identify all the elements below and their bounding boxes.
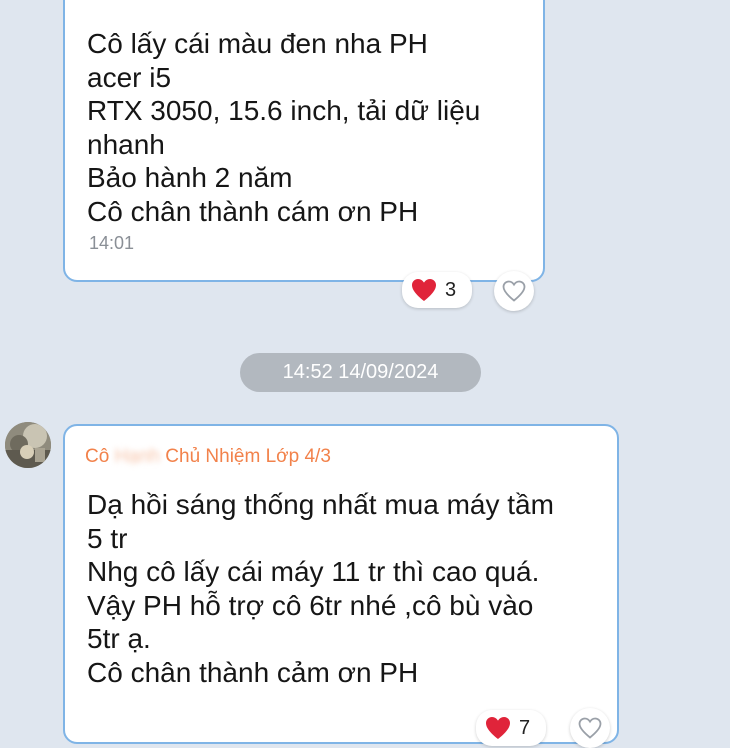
message-line: Cô chân thành cám ơn PH xyxy=(87,195,419,227)
message-line: nhanh xyxy=(87,128,165,160)
heart-outline-icon xyxy=(578,717,602,739)
reaction-count: 3 xyxy=(445,278,457,301)
sender-suffix: Chủ Nhiệm Lớp 4/3 xyxy=(165,446,331,467)
message-text: Dạ hồi sáng thống nhất mua máy tầm 5 tr … xyxy=(87,488,607,689)
sender-name-blurred: Hạnh xyxy=(114,446,160,467)
message-line: Cô chân thành cảm ơn PH xyxy=(87,656,419,688)
message-line: Dạ hồi sáng thống nhất mua máy tầm xyxy=(87,489,554,520)
avatar[interactable] xyxy=(5,422,51,468)
message-line: Nhg cô lấy cái máy 11 tr thì cao quá. xyxy=(87,556,540,587)
message-bubble[interactable]: Cô lấy cái màu đen nha PH acer i5 RTX 30… xyxy=(63,0,545,282)
reaction-count: 7 xyxy=(519,716,531,739)
heart-outline-icon xyxy=(502,280,526,302)
message-text: Cô lấy cái màu đen nha PH acer i5 RTX 30… xyxy=(87,27,537,228)
message-timestamp: 14:01 xyxy=(89,233,135,253)
react-button[interactable] xyxy=(570,708,610,748)
sender-prefix: Cô xyxy=(85,446,110,467)
message-line: 5tr ạ. xyxy=(87,623,151,654)
reaction-summary[interactable]: 3 xyxy=(402,272,472,308)
message-line: RTX 3050, 15.6 inch, tải dữ liệu xyxy=(87,95,481,126)
message-line: acer i5 xyxy=(87,61,172,93)
message-line: Cô lấy cái màu đen nha PH xyxy=(87,28,428,59)
avatar-image xyxy=(5,422,51,468)
message-bubble[interactable]: Cô Hạnh Chủ Nhiệm Lớp 4/3 Dạ hồi sáng th… xyxy=(63,424,619,744)
heart-icon xyxy=(412,279,436,301)
message-line: Vậy PH hỗ trợ cô 6tr nhé ,cô bù vào xyxy=(87,589,534,621)
message-line: 5 tr xyxy=(87,522,128,554)
reaction-summary[interactable]: 7 xyxy=(476,710,546,746)
heart-icon xyxy=(486,717,510,739)
message-line: Bảo hành 2 năm xyxy=(87,162,293,193)
date-separator: 14:52 14/09/2024 xyxy=(240,353,481,392)
react-button[interactable] xyxy=(494,271,534,311)
sender-name[interactable]: Cô Hạnh Chủ Nhiệm Lớp 4/3 xyxy=(85,446,331,468)
